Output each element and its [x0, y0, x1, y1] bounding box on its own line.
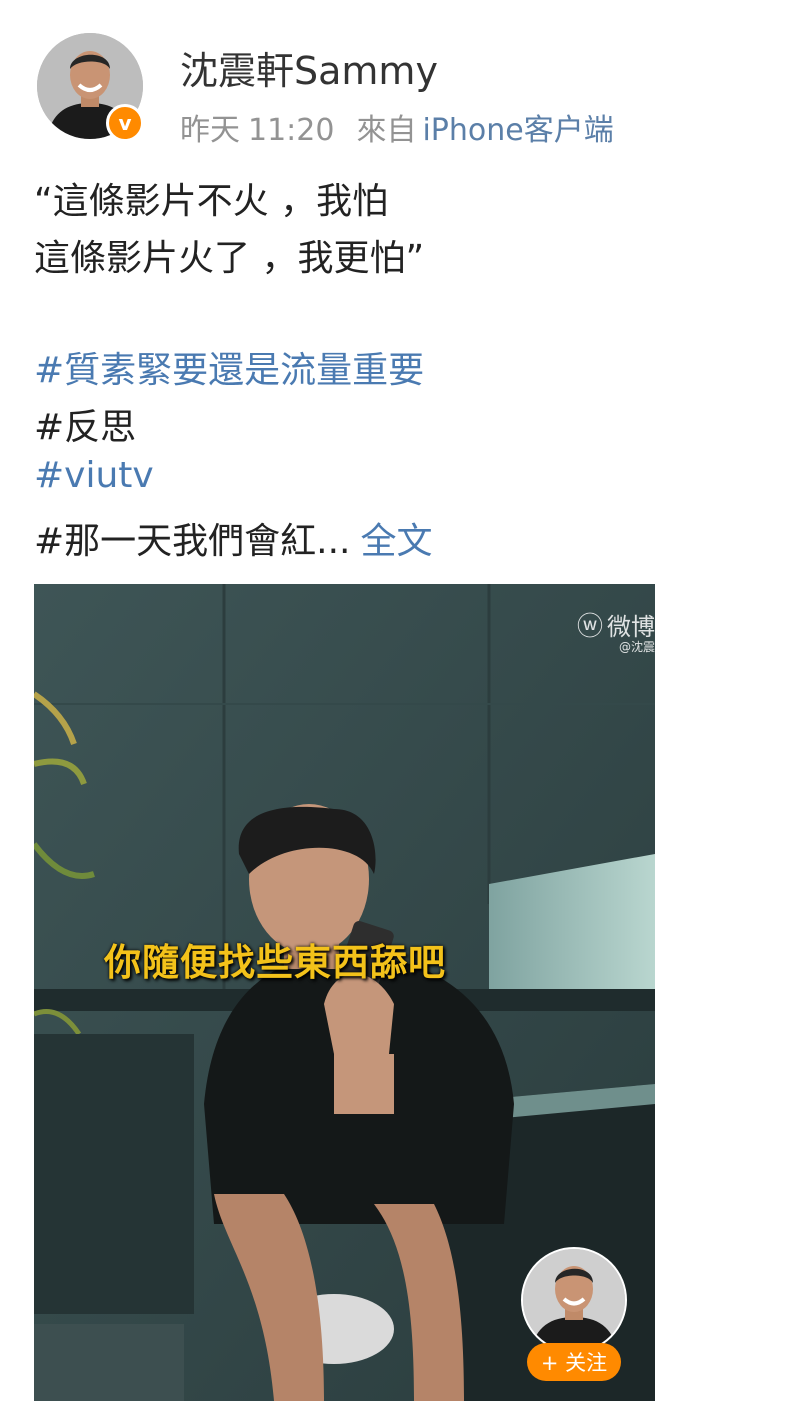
weibo-logo-icon: ⓦ	[576, 612, 603, 642]
watermark-handle: @沈震	[618, 640, 655, 654]
hashtag-truncated-line: #那一天我們會紅... 全文	[34, 512, 433, 564]
weibo-watermark: ⓦ 微博 @沈震	[576, 606, 655, 654]
full-text-link[interactable]: 全文	[361, 521, 433, 562]
hashtag-link[interactable]: #質素緊要還是流量重要	[34, 341, 424, 393]
verified-badge-icon: v	[106, 104, 144, 142]
floating-author-avatar[interactable]	[521, 1247, 627, 1353]
author-name[interactable]: 沈震軒Sammy	[180, 40, 438, 95]
post-time: 11:20	[248, 113, 335, 148]
post-text-line-1: “這條影片不火 ，我怕	[34, 181, 389, 222]
post-date: 昨天	[180, 113, 240, 148]
follow-button[interactable]: + 关注	[527, 1343, 621, 1381]
hashtag-text: #那一天我們會紅...	[34, 521, 351, 562]
post-client-link[interactable]: iPhone客户端	[422, 113, 613, 148]
post-text-line-2: 這條影片火了 ，我更怕”	[34, 238, 425, 279]
post-meta: 昨天 11:20 來自 iPhone客户端	[180, 105, 614, 149]
watermark-text: 微博	[607, 613, 655, 641]
avatar-photo	[523, 1249, 625, 1351]
post-source-label: 來自	[356, 113, 417, 148]
video-subtitle: 你隨便找些東西舔吧	[104, 941, 446, 984]
hashtag-link[interactable]: #viutv	[34, 455, 154, 496]
hashtag-text: #反思	[34, 407, 137, 448]
